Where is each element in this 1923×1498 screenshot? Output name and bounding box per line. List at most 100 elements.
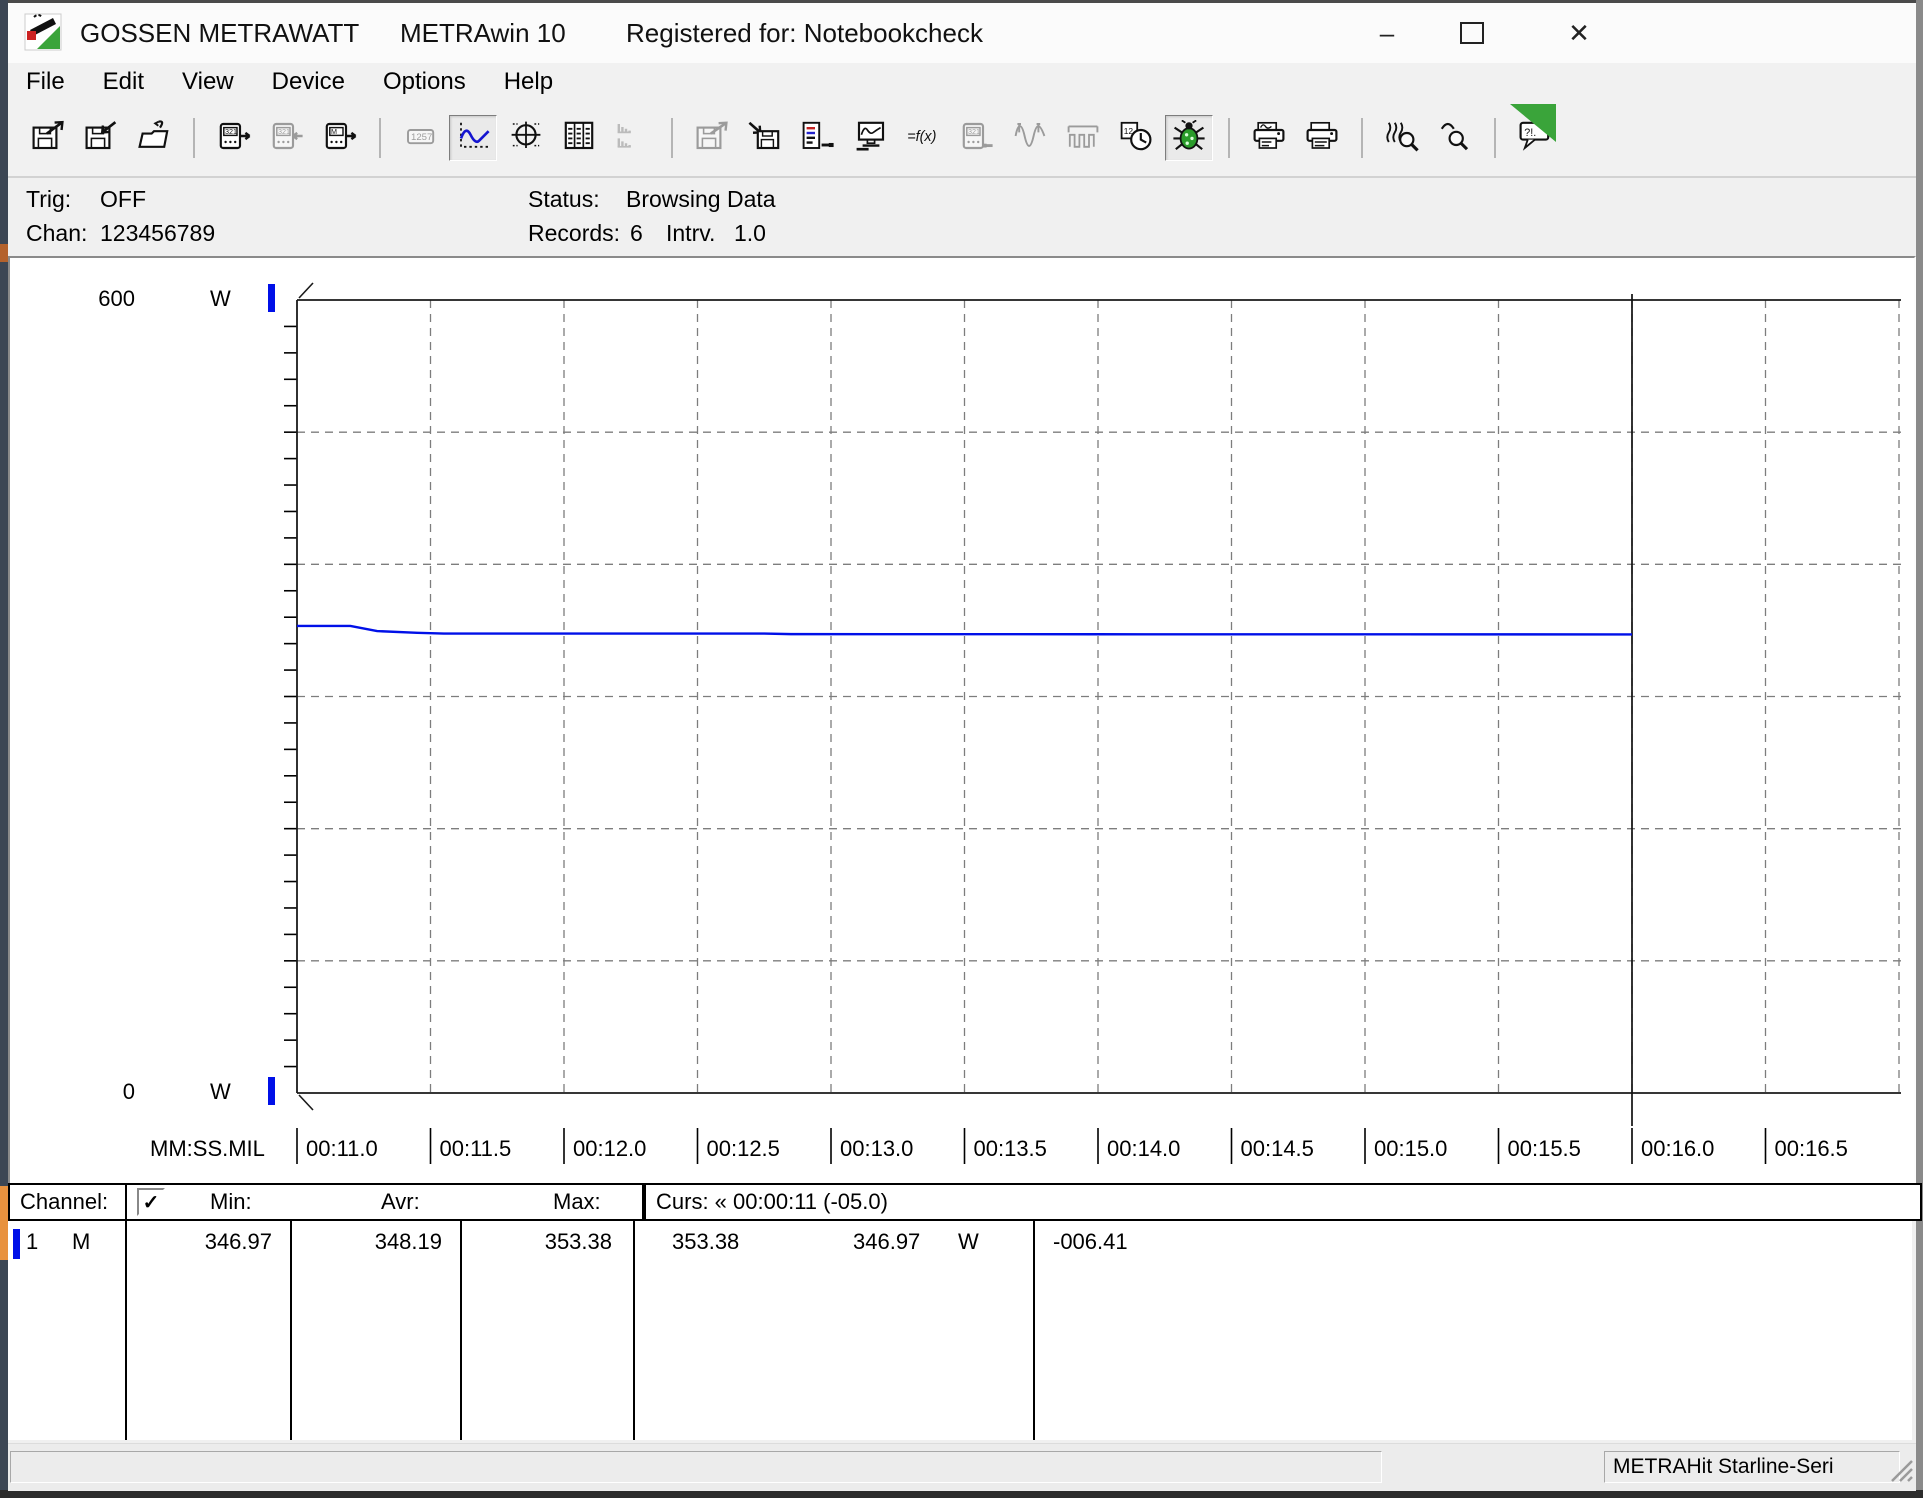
y-max-label: 600 <box>85 286 135 312</box>
meter-in-icon: 321 <box>269 120 305 157</box>
title-bar: GOSSEN METRAWATT METRAwin 10 Registered … <box>8 3 1916 63</box>
pulse-icon <box>1065 120 1101 157</box>
header-cursor-label: Curs: « 00:00:11 (-05.0) <box>656 1189 888 1215</box>
read-memory-button[interactable]: M <box>316 115 364 161</box>
toolbar: 321321M1257=f(x)32112?!. <box>8 100 1916 178</box>
svg-text:1257: 1257 <box>411 132 432 143</box>
resize-grip[interactable] <box>1888 1457 1914 1483</box>
meter-out-icon: 321 <box>216 120 252 157</box>
histogram-icon <box>614 120 650 157</box>
y-min-label: 0 <box>85 1079 135 1105</box>
meter-cfg-icon: 321 <box>959 120 995 157</box>
toolbar-separator <box>1361 118 1363 158</box>
menu-item-options[interactable]: Options <box>383 68 466 96</box>
background-window-sliver <box>0 244 8 262</box>
menu-item-help[interactable]: Help <box>504 68 553 96</box>
table-divider <box>460 1221 462 1440</box>
row-cursor-unit: W <box>958 1229 979 1255</box>
channel-visibility-checkbox[interactable]: ✓ <box>137 1188 165 1216</box>
folder-icon <box>136 120 172 157</box>
open-file-button[interactable] <box>130 115 178 161</box>
zoom-waves-icon <box>1384 120 1420 157</box>
table-icon <box>561 120 597 157</box>
title-registered: Registered for: Notebookcheck <box>626 18 983 49</box>
y-max-unit: W <box>210 286 231 312</box>
maximize-icon <box>1460 22 1484 44</box>
header-cursor-cell: Curs: « 00:00:11 (-05.0) <box>644 1183 1922 1221</box>
status-value: Browsing Data <box>626 186 776 213</box>
row-min-value: 346.97 <box>138 1229 272 1255</box>
chart-plot-area[interactable] <box>8 256 1916 1186</box>
chan-label: Chan: <box>26 220 87 247</box>
channel-settings-button[interactable] <box>794 115 842 161</box>
table-divider <box>290 1221 292 1440</box>
svg-text:M: M <box>331 127 337 136</box>
svg-text:321: 321 <box>968 127 980 136</box>
statusbar-device-cell: METRAHit Starline-Seri <box>1604 1451 1900 1483</box>
menu-item-view[interactable]: View <box>182 68 234 96</box>
line-chart-view-button[interactable] <box>449 115 497 161</box>
histogram-view-button <box>608 115 656 161</box>
floppy-out-icon <box>30 120 66 157</box>
menu-item-file[interactable]: File <box>26 68 65 96</box>
time-settings-button[interactable]: 12 <box>1112 115 1160 161</box>
row-cursor-left-value: 353.38 <box>672 1229 739 1255</box>
row-channel-color-marker <box>13 1229 20 1259</box>
menu-item-device[interactable]: Device <box>272 68 345 96</box>
trig-label: Trig: <box>26 186 71 213</box>
wave-analysis-button <box>1006 115 1054 161</box>
trig-value: OFF <box>100 186 146 213</box>
toolbar-separator <box>379 118 381 158</box>
row-channel-mode: M <box>72 1229 90 1255</box>
row-channel-number: 1 <box>26 1229 38 1255</box>
bug-icon <box>1171 120 1207 157</box>
clock-icon: 12 <box>1118 120 1154 157</box>
send-device-button: 321 <box>263 115 311 161</box>
load-config-button[interactable] <box>741 115 789 161</box>
resize-corner-triangle-icon <box>1510 104 1556 147</box>
header-channel-label: Channel: <box>20 1189 108 1215</box>
title-app: METRAwin 10 <box>400 18 566 49</box>
y-min-unit: W <box>210 1079 231 1105</box>
channels-icon <box>800 120 836 157</box>
statusbar-device-name: METRAHit Starline-Seri <box>1613 1455 1834 1479</box>
zoom-out-button[interactable] <box>1431 115 1479 161</box>
menu-item-edit[interactable]: Edit <box>103 68 144 96</box>
status-bar: METRAHit Starline-Seri <box>8 1443 1916 1491</box>
minimize-button[interactable]: – <box>1358 9 1416 57</box>
fx-icon: =f(x) <box>906 120 942 157</box>
monitor-view-button[interactable] <box>847 115 895 161</box>
zoom-in-button[interactable] <box>1378 115 1426 161</box>
save-export-button[interactable] <box>24 115 72 161</box>
records-label: Records: <box>528 220 620 247</box>
floppy-cfg-icon <box>694 120 730 157</box>
channel-color-marker-top <box>268 284 275 312</box>
title-brand: GOSSEN METRAWATT <box>80 18 359 49</box>
read-device-button[interactable]: 321 <box>210 115 258 161</box>
xy-view-button[interactable] <box>502 115 550 161</box>
metrawin-window: GOSSEN METRAWATT METRAwin 10 Registered … <box>0 0 1923 1498</box>
formula-button[interactable]: =f(x) <box>900 115 948 161</box>
device-settings-button: 321 <box>953 115 1001 161</box>
close-button[interactable]: ✕ <box>1550 9 1608 57</box>
toolbar-separator <box>1494 118 1496 158</box>
debug-button[interactable] <box>1165 115 1213 161</box>
maximize-button[interactable] <box>1443 9 1501 57</box>
menu-bar: File Edit View Device Options Help <box>8 63 1916 100</box>
floppy-load-icon <box>747 120 783 157</box>
row-cursor-delta-value: -006.41 <box>1053 1229 1128 1255</box>
monitor-icon <box>853 120 889 157</box>
table-divider <box>125 1221 127 1440</box>
svg-text:321: 321 <box>278 127 290 136</box>
background-window-sliver <box>0 1186 8 1260</box>
save-data-button[interactable] <box>77 115 125 161</box>
chart-line-icon <box>455 120 491 157</box>
records-value: 6 <box>630 220 643 247</box>
channel-values-table: Channel: ✓ Min: Avr: Max: Curs: « 00:00:… <box>8 1183 1912 1440</box>
table-view-button[interactable] <box>555 115 603 161</box>
print-button[interactable] <box>1298 115 1346 161</box>
print-preview-button[interactable] <box>1245 115 1293 161</box>
row-avr-value: 348.19 <box>308 1229 442 1255</box>
printer-icon <box>1304 120 1340 157</box>
zoom-wave-icon <box>1437 120 1473 157</box>
